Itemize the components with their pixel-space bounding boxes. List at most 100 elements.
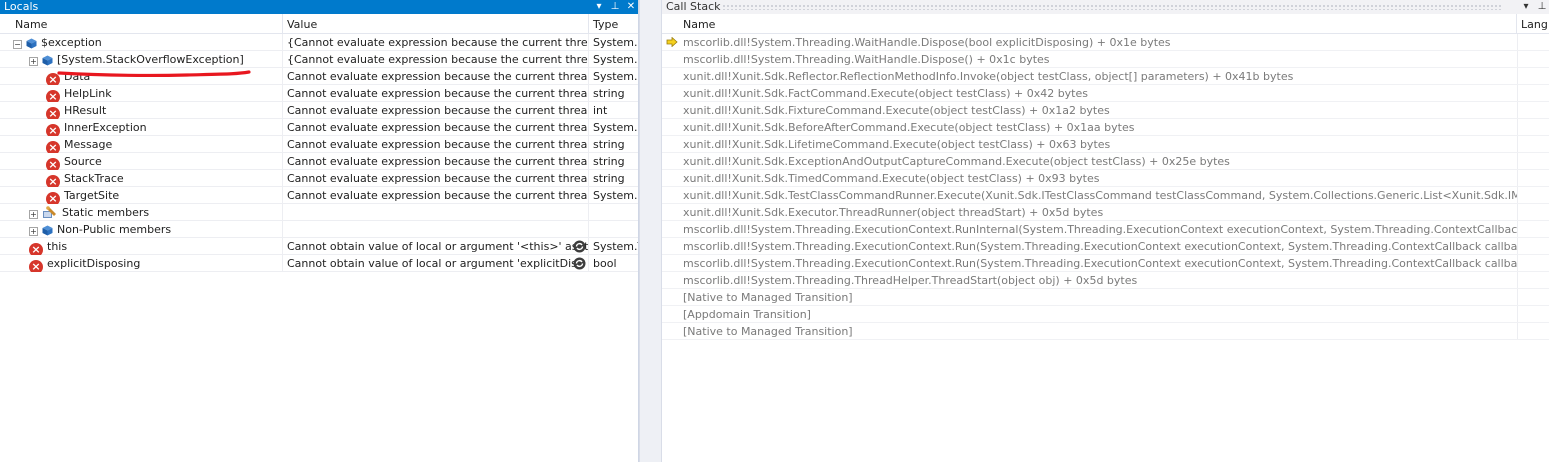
locals-row[interactable]: × HResult Cannot evaluate expression beca… [0,102,638,119]
locals-dropdown-button[interactable]: ▾ [594,0,604,14]
local-name: InnerException [64,121,147,134]
locals-row[interactable]: + [System.StackOverflowException] {Cannot… [0,51,638,68]
local-name: HResult [64,104,107,117]
frame-name: mscorlib.dll!System.Threading.WaitHandle… [683,53,1050,66]
stack-frame[interactable]: xunit.dll!Xunit.Sdk.FactCommand.Execute(… [662,85,1549,102]
stack-frame[interactable]: [Native to Managed Transition] [662,289,1549,306]
local-type: string [589,170,638,187]
local-type: System.E [589,34,638,51]
callstack-pin-button[interactable]: ⊥ [1537,0,1547,14]
stack-frame[interactable]: [Appdomain Transition] [662,306,1549,323]
frame-name: [Native to Managed Transition] [683,291,853,304]
frame-name: mscorlib.dll!System.Threading.WaitHandle… [683,36,1171,49]
local-type: string [589,153,638,170]
frame-name: xunit.dll!Xunit.Sdk.Reflector.Reflection… [683,70,1294,83]
titlebar-grip [722,4,1501,10]
frame-name: mscorlib.dll!System.Threading.ExecutionC… [683,240,1517,253]
locals-pin-button[interactable]: ⊥ [610,0,620,14]
local-value[interactable]: Cannot evaluate expression because the c… [283,85,589,102]
column-language-header[interactable]: Lang [1517,14,1549,34]
frame-name: mscorlib.dll!System.Threading.ExecutionC… [683,223,1517,236]
frame-name: mscorlib.dll!System.Threading.ExecutionC… [683,257,1517,270]
frame-name: xunit.dll!Xunit.Sdk.FactCommand.Execute(… [683,87,1088,100]
callstack-title: Call Stack [666,0,721,13]
frame-name: xunit.dll!Xunit.Sdk.ExceptionAndOutputCa… [683,155,1230,168]
locals-row[interactable]: + Non-Public members [0,221,638,238]
expand-icon[interactable]: + [29,210,38,219]
stack-frame-current[interactable]: mscorlib.dll!System.Threading.WaitHandle… [662,34,1549,51]
local-value[interactable]: Cannot evaluate expression because the c… [283,187,589,204]
locals-titlebar[interactable]: Locals ▾ ⊥ ✕ [0,0,638,14]
local-value[interactable]: Cannot evaluate expression because the c… [283,136,589,153]
locals-row[interactable]: + Static members [0,204,638,221]
stack-frame[interactable]: xunit.dll!Xunit.Sdk.Executor.ThreadRunne… [662,204,1549,221]
locals-row[interactable]: × HelpLink Cannot evaluate expression bec… [0,85,638,102]
stack-frame[interactable]: xunit.dll!Xunit.Sdk.BeforeAfterCommand.E… [662,119,1549,136]
local-value[interactable]: Cannot evaluate expression because the c… [283,119,589,136]
column-name-header[interactable]: Name [662,14,1517,34]
stack-frame[interactable]: xunit.dll!Xunit.Sdk.LifetimeCommand.Exec… [662,136,1549,153]
expand-icon[interactable]: + [29,57,38,66]
locals-row[interactable]: × explicitDisposing Cannot obtain value o… [0,255,638,272]
frame-name: xunit.dll!Xunit.Sdk.Executor.ThreadRunne… [683,206,1104,219]
local-type: string [589,136,638,153]
callstack-dropdown-button[interactable]: ▾ [1521,0,1531,14]
locals-close-button[interactable]: ✕ [626,0,636,14]
frame-name: xunit.dll!Xunit.Sdk.BeforeAfterCommand.E… [683,121,1135,134]
static-members-icon [43,206,56,218]
refresh-icon[interactable] [573,257,586,270]
column-type-header[interactable]: Type [589,14,638,34]
local-name: HelpLink [64,87,112,100]
local-value[interactable]: {Cannot evaluate expression because the … [283,51,589,68]
stack-frame[interactable]: mscorlib.dll!System.Threading.ExecutionC… [662,255,1549,272]
stack-frame[interactable]: xunit.dll!Xunit.Sdk.TimedCommand.Execute… [662,170,1549,187]
callstack-titlebar[interactable]: Call Stack ▾ ⊥ [662,0,1549,14]
panel-splitter[interactable] [639,0,662,462]
locals-row[interactable]: − $exception {Cannot evaluate expression … [0,34,638,51]
column-name-header[interactable]: Name [0,14,283,34]
locals-row[interactable]: × TargetSite Cannot evaluate expression b… [0,187,638,204]
frame-name: [Native to Managed Transition] [683,325,853,338]
local-value[interactable]: Cannot evaluate expression because the c… [283,153,589,170]
local-value[interactable]: {Cannot evaluate expression because the … [283,34,589,51]
local-value[interactable]: Cannot evaluate expression because the c… [283,68,589,85]
callstack-panel: Call Stack ▾ ⊥ Name Lang mscorlib.dll!Sy… [662,0,1549,462]
stack-frame[interactable]: [Native to Managed Transition] [662,323,1549,340]
stack-frame[interactable]: mscorlib.dll!System.Threading.ExecutionC… [662,221,1549,238]
local-value[interactable]: Cannot evaluate expression because the c… [283,102,589,119]
stack-frame[interactable]: xunit.dll!Xunit.Sdk.FixtureCommand.Execu… [662,102,1549,119]
expand-icon[interactable]: + [29,227,38,236]
stack-frame[interactable]: xunit.dll!Xunit.Sdk.ExceptionAndOutputCa… [662,153,1549,170]
local-value: Cannot obtain value of local or argument… [287,257,584,270]
stack-frame[interactable]: mscorlib.dll!System.Threading.WaitHandle… [662,51,1549,68]
locals-row[interactable]: × Message Cannot evaluate expression beca… [0,136,638,153]
refresh-icon[interactable] [573,240,586,253]
local-type: System.S [589,51,638,68]
error-icon: × [46,124,60,136]
local-value[interactable]: Cannot evaluate expression because the c… [283,170,589,187]
red-underline-annotation [57,70,251,77]
local-type: System.E [589,119,638,136]
error-icon: × [46,175,60,187]
stack-frame[interactable]: xunit.dll!Xunit.Sdk.Reflector.Reflection… [662,68,1549,85]
object-cube-icon [42,225,53,236]
object-cube-icon [42,55,53,66]
stack-frame[interactable]: mscorlib.dll!System.Threading.ExecutionC… [662,238,1549,255]
error-icon: × [46,141,60,153]
local-type: bool [589,255,638,272]
locals-title: Locals [4,0,39,13]
collapse-icon[interactable]: − [13,40,22,49]
locals-column-header: Name Value Type [0,14,638,34]
local-name: Non-Public members [57,223,172,236]
local-type [589,221,638,238]
column-value-header[interactable]: Value [283,14,589,34]
locals-row[interactable]: × Source Cannot evaluate expression becau… [0,153,638,170]
locals-row[interactable]: × this Cannot obtain value of local or ar… [0,238,638,255]
object-cube-icon [26,38,37,49]
locals-row[interactable]: × InnerException Cannot evaluate expressi… [0,119,638,136]
frame-name: xunit.dll!Xunit.Sdk.TestClassCommandRunn… [683,189,1517,202]
stack-frame[interactable]: xunit.dll!Xunit.Sdk.TestClassCommandRunn… [662,187,1549,204]
local-name: Message [64,138,113,151]
stack-frame[interactable]: mscorlib.dll!System.Threading.ThreadHelp… [662,272,1549,289]
locals-row[interactable]: × StackTrace Cannot evaluate expression b… [0,170,638,187]
